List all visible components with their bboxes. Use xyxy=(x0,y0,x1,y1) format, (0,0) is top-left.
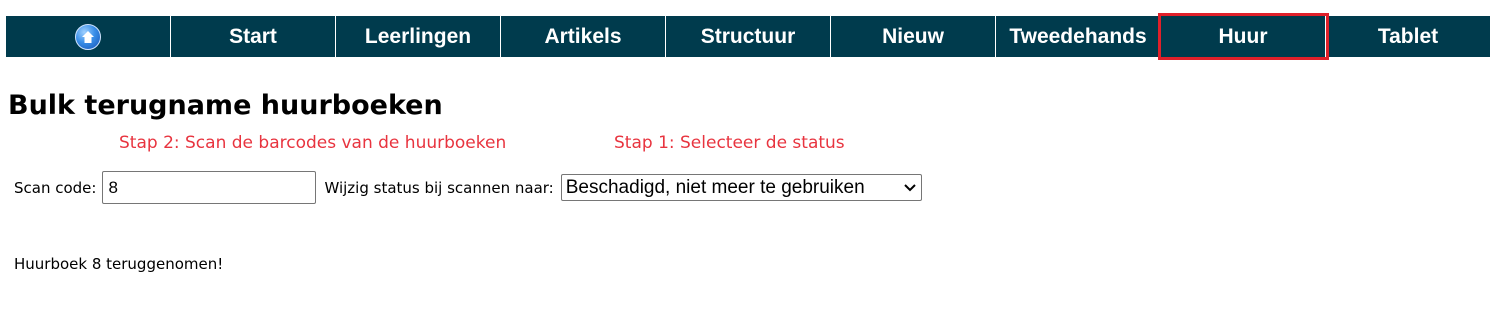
main-navigation: Start Leerlingen Artikels Structuur Nieu… xyxy=(6,13,1490,60)
status-message: Huurboek 8 teruggenomen! xyxy=(14,255,224,273)
chevron-down-icon xyxy=(903,177,917,199)
nav-huur[interactable]: Huur xyxy=(1158,13,1329,60)
page-title: Bulk terugname huurboeken xyxy=(8,90,443,121)
scan-form: Scan code: Wijzig status bij scannen naa… xyxy=(14,171,922,204)
nav-tablet[interactable]: Tablet xyxy=(1326,16,1490,57)
annotation-step-1: Stap 1: Selecteer de status xyxy=(614,133,845,153)
status-select[interactable]: Beschadigd, niet meer te gebruiken xyxy=(560,174,922,201)
annotation-step-2: Stap 2: Scan de barcodes van de huurboek… xyxy=(119,133,507,153)
nav-start[interactable]: Start xyxy=(171,16,336,57)
nav-tweedehands[interactable]: Tweedehands xyxy=(996,16,1161,57)
status-selected-value: Beschadigd, niet meer te gebruiken xyxy=(565,176,865,198)
status-label: Wijzig status bij scannen naar: xyxy=(324,178,554,197)
nav-nieuw[interactable]: Nieuw xyxy=(831,16,996,57)
scan-code-input[interactable] xyxy=(102,171,317,204)
nav-artikels[interactable]: Artikels xyxy=(501,16,666,57)
home-icon xyxy=(75,23,101,50)
nav-leerlingen[interactable]: Leerlingen xyxy=(336,16,501,57)
scan-code-label: Scan code: xyxy=(14,178,97,197)
nav-home[interactable] xyxy=(6,16,171,57)
nav-structuur[interactable]: Structuur xyxy=(666,16,831,57)
